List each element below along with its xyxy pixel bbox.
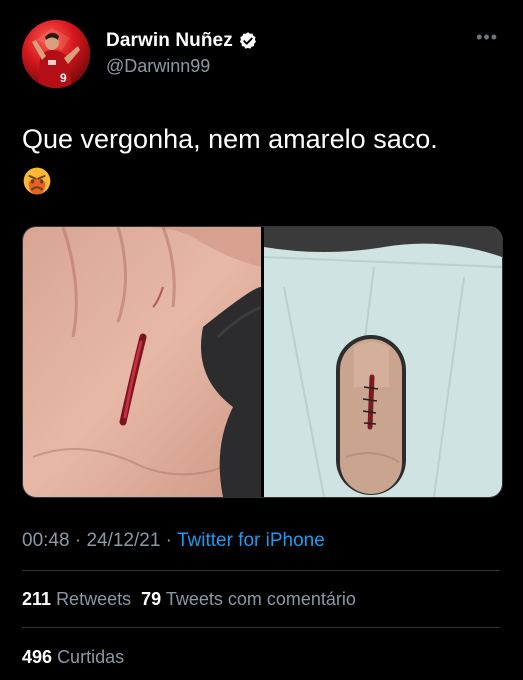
meta-separator: ·: [160, 530, 177, 551]
tweet-date[interactable]: 24/12/21: [86, 530, 160, 551]
injured-foot-image: [23, 227, 261, 497]
quote-tweets-stat[interactable]: 79 Tweets com comentário: [141, 589, 356, 609]
angry-face-emoji-icon: [23, 167, 51, 195]
verified-badge-icon: [239, 32, 256, 49]
quotes-label: Tweets com comentário: [165, 589, 356, 609]
quotes-count: 79: [141, 589, 162, 609]
likes-label: Curtidas: [57, 647, 125, 667]
retweets-count: 211: [22, 589, 52, 609]
display-name[interactable]: Darwin Nuñez: [106, 30, 233, 52]
display-name-row: Darwin Nuñez: [106, 30, 258, 52]
tweet-text: Que vergonha, nem amarelo saco.: [22, 124, 438, 154]
retweets-stat[interactable]: 211 Retweets: [22, 589, 131, 609]
tweet-body: Que vergonha, nem amarelo saco.: [22, 120, 502, 196]
tweet-header: 9 Darwin Nuñez @Darwinn99 •••: [22, 20, 502, 90]
engagement-stats: 211 Retweets 79 Tweets com comentário: [22, 589, 356, 610]
avatar[interactable]: 9: [22, 20, 90, 88]
injured-foot-photo[interactable]: [23, 227, 261, 497]
tweet-meta: 00:48 · 24/12/21 · Twitter for iPhone: [22, 530, 325, 552]
tweet-media[interactable]: [22, 226, 503, 498]
divider: [22, 570, 500, 571]
likes-stats: 496 Curtidas: [22, 647, 124, 668]
divider: [22, 627, 500, 628]
more-options-icon[interactable]: •••: [476, 28, 498, 46]
author-names: Darwin Nuñez @Darwinn99: [106, 30, 258, 77]
author-handle[interactable]: @Darwinn99: [106, 56, 258, 77]
likes-stat[interactable]: 496 Curtidas: [22, 647, 124, 667]
tweet-time[interactable]: 00:48: [22, 530, 70, 551]
tweet-source-link[interactable]: Twitter for iPhone: [177, 530, 325, 551]
svg-text:9: 9: [60, 71, 67, 85]
retweets-label: Retweets: [56, 589, 132, 609]
stitched-foot-photo[interactable]: [264, 227, 502, 497]
meta-separator: ·: [69, 530, 87, 551]
stitched-foot-image: [264, 227, 502, 497]
avatar-image: 9: [22, 20, 90, 88]
likes-count: 496: [22, 647, 53, 667]
